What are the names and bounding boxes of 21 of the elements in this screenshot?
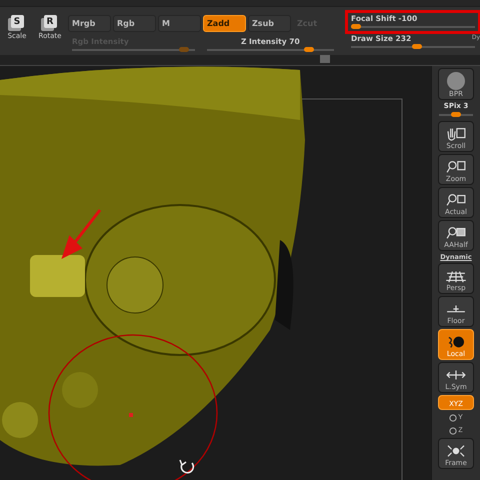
magnifier-icon: [445, 225, 467, 241]
pointer-arrow: [62, 208, 102, 258]
magnifier-icon: [445, 159, 467, 175]
mode-button[interactable]: Zadd: [203, 15, 246, 32]
mode-button[interactable]: M: [158, 15, 201, 32]
slider-thumb[interactable]: [451, 112, 461, 117]
hand-icon: [445, 126, 467, 142]
brush-center-icon: [129, 413, 133, 417]
scroll-thumb-icon[interactable]: [320, 55, 330, 63]
slider-thumb[interactable]: [351, 24, 361, 29]
rotate-icon: [179, 459, 194, 474]
mode-button[interactable]: Rgb: [113, 15, 156, 32]
sphere-icon: [446, 72, 466, 90]
mode-button[interactable]: Zsub: [248, 15, 291, 32]
key-badge[interactable]: S: [10, 15, 24, 28]
slider-thumb[interactable]: [304, 47, 314, 52]
mode-button[interactable]: Mrgb: [68, 15, 111, 32]
key-badge[interactable]: R: [44, 15, 56, 28]
frame-icon: [445, 443, 467, 459]
slider-thumb[interactable]: [412, 44, 422, 49]
magnifier-icon: [445, 192, 467, 208]
